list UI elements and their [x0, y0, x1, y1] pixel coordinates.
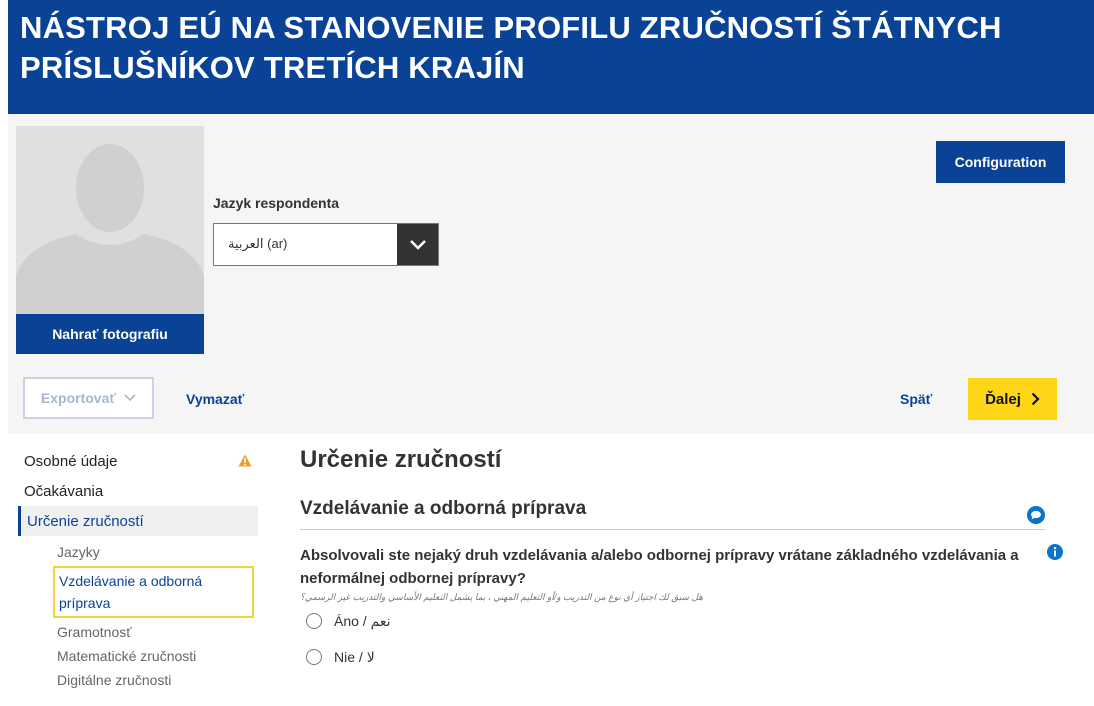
sidebar-subitem-numeracy[interactable]: Matematické zručnosti: [18, 644, 258, 668]
chevron-down-icon: [124, 394, 136, 402]
export-label: Exportovať: [40, 390, 117, 406]
page-header: NÁSTROJ EÚ NA STANOVENIE PROFILU ZRUČNOS…: [8, 0, 1094, 114]
clear-link[interactable]: Vymazať: [186, 391, 244, 407]
person-silhouette-icon: [16, 144, 204, 314]
next-label: Ďalej: [985, 390, 1021, 408]
radio-button[interactable]: [306, 649, 322, 665]
sidebar-subitem-education-training[interactable]: Vzdelávanie a odborná príprava: [53, 566, 254, 618]
sidebar-item-personal-data[interactable]: Osobné údaje: [18, 446, 258, 476]
profile-photo-placeholder: [16, 126, 204, 314]
question-label: Absolvovali ste nejaký druh vzdelávania …: [300, 547, 1019, 587]
sidebar-nav: Osobné údaje Očakávania Určenie zručnost…: [18, 446, 258, 692]
option-yes[interactable]: Áno / نعم: [306, 603, 1045, 639]
radio-button[interactable]: [306, 613, 322, 629]
chevron-down-icon[interactable]: [397, 224, 438, 265]
sidebar-subitem-literacy[interactable]: Gramotnosť: [18, 620, 258, 644]
option-label: Áno / نعم: [334, 612, 391, 629]
info-icon[interactable]: [1047, 544, 1063, 560]
option-no[interactable]: Nie / لا: [306, 639, 1045, 675]
sidebar-item-expectations[interactable]: Očakávania: [18, 476, 258, 506]
respondent-language-value: العربية (ar): [228, 236, 288, 251]
option-label: Nie / لا: [334, 648, 375, 665]
sidebar-item-label: Očakávania: [24, 482, 104, 500]
question-translation: هل سبق لك اجتياز أي نوع من التدريب و/أو …: [300, 592, 704, 602]
warning-icon: [238, 454, 252, 467]
configuration-button[interactable]: Configuration: [936, 141, 1065, 183]
back-link[interactable]: Späť: [900, 391, 932, 407]
action-toolbar: Exportovať Vymazať Späť Ďalej: [8, 366, 1094, 434]
respondent-language-label: Jazyk respondenta: [213, 195, 340, 211]
section-title: Vzdelávanie a odborná príprava: [300, 498, 587, 519]
sidebar-item-label: Osobné údaje: [24, 452, 118, 470]
sidebar-item-skills-identification[interactable]: Určenie zručností: [18, 506, 258, 536]
main-content: Určenie zručností Vzdelávanie a odborná …: [300, 446, 1063, 675]
upload-photo-button[interactable]: Nahrať fotografiu: [16, 314, 204, 354]
chevron-right-icon: [1031, 392, 1040, 406]
profile-panel: Nahrať fotografiu Jazyk respondenta العر…: [8, 114, 1094, 366]
sidebar-item-label: Určenie zručností: [27, 512, 144, 530]
section-header: Vzdelávanie a odborná príprava: [300, 498, 1045, 530]
question-text: Absolvovali ste nejaký druh vzdelávania …: [300, 544, 1063, 590]
export-button[interactable]: Exportovať: [23, 377, 154, 419]
sidebar-subitem-digital-skills[interactable]: Digitálne zručnosti: [18, 668, 258, 692]
app-title: NÁSTROJ EÚ NA STANOVENIE PROFILU ZRUČNOS…: [20, 10, 1002, 85]
sidebar-subitem-languages[interactable]: Jazyky: [18, 540, 258, 564]
comment-icon[interactable]: [1027, 506, 1045, 524]
next-button[interactable]: Ďalej: [968, 378, 1057, 420]
page-title: Určenie zručností: [300, 446, 502, 473]
respondent-language-select[interactable]: العربية (ar): [213, 223, 439, 266]
